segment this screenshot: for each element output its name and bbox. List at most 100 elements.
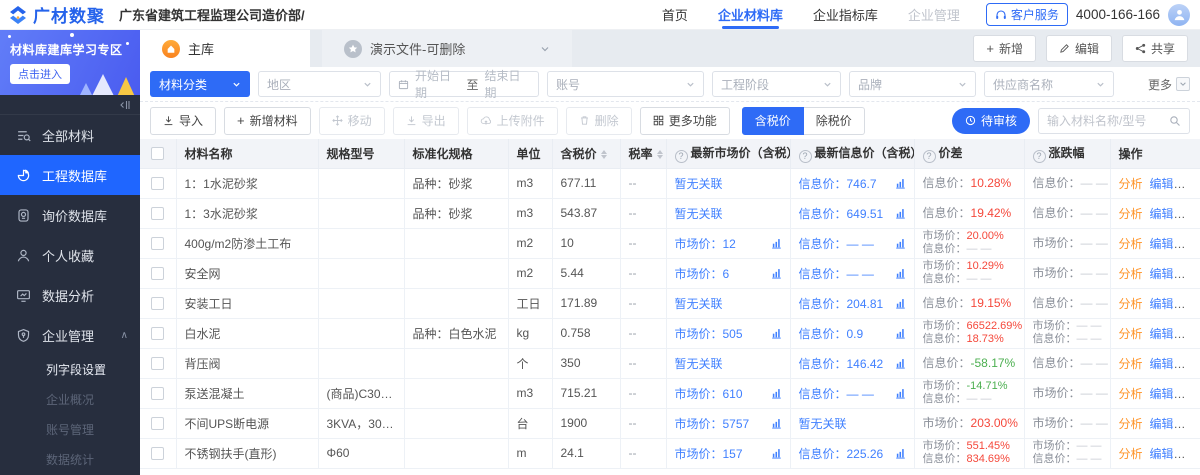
column-header[interactable]: 税率 <box>620 139 666 168</box>
sidebar-item-user[interactable]: 个人收藏 <box>0 235 140 275</box>
help-icon[interactable]: ? <box>923 150 936 163</box>
no-link-label[interactable]: 暂无关联 <box>675 357 723 371</box>
date-range-picker[interactable]: 开始日期 至 结束日期 <box>389 71 539 97</box>
tab-main-library[interactable]: 主库 <box>140 30 310 67</box>
help-icon[interactable]: ? <box>675 150 688 163</box>
help-icon[interactable]: ? <box>799 150 812 163</box>
collapse-sidebar-icon[interactable] <box>118 99 130 111</box>
top-nav-home[interactable]: 首页 <box>662 0 688 29</box>
filter-select[interactable]: 账号 <box>547 71 704 97</box>
price-trend-chart-icon[interactable] <box>771 418 782 429</box>
row-checkbox[interactable] <box>151 417 164 430</box>
no-link-label[interactable]: 暂无关联 <box>799 417 847 431</box>
price-trend-chart-icon[interactable] <box>771 448 782 459</box>
price-trend-chart-icon[interactable] <box>895 388 906 399</box>
select-all-checkbox[interactable] <box>151 147 164 160</box>
analyze-link[interactable]: 分析 <box>1119 267 1143 281</box>
filter-select[interactable]: 地区 <box>258 71 381 97</box>
top-nav-index-lib[interactable]: 企业指标库 <box>813 0 878 29</box>
row-checkbox[interactable] <box>151 387 164 400</box>
edit-link[interactable]: 编辑 <box>1150 297 1174 311</box>
edit-link[interactable]: 编辑 <box>1150 327 1174 341</box>
more-functions-button[interactable]: 更多功能 <box>640 107 730 135</box>
no-link-label[interactable]: 暂无关联 <box>675 207 723 221</box>
no-link-label[interactable]: 暂无关联 <box>675 177 723 191</box>
price-trend-chart-icon[interactable] <box>895 358 906 369</box>
analyze-link[interactable]: 分析 <box>1119 297 1143 311</box>
sidebar-item-list-search[interactable]: 全部材料 <box>0 115 140 155</box>
edit-link[interactable]: 编辑 <box>1150 447 1174 461</box>
tab-demo-file[interactable]: 演示文件-可删除 <box>322 30 572 67</box>
edit-link[interactable]: 编辑 <box>1150 267 1174 281</box>
sort-icon[interactable] <box>657 150 663 159</box>
edit-link[interactable]: 编辑 <box>1150 207 1174 221</box>
sidebar-item-shield[interactable]: 企业管理∧ <box>0 315 140 355</box>
price-trend-chart-icon[interactable] <box>771 388 782 399</box>
top-nav-material-lib[interactable]: 企业材料库 <box>718 0 783 29</box>
search-icon[interactable] <box>1169 115 1181 127</box>
promo-banner[interactable]: 材料库建库学习专区 点击进入 <box>0 30 140 95</box>
edit-link[interactable]: 编辑 <box>1150 237 1174 251</box>
price-trend-chart-icon[interactable] <box>895 328 906 339</box>
edit-link[interactable]: 编辑 <box>1150 357 1174 371</box>
add-material-button[interactable]: +新增材料 <box>224 107 311 135</box>
row-checkbox[interactable] <box>151 267 164 280</box>
analyze-link[interactable]: 分析 <box>1119 327 1143 341</box>
row-checkbox[interactable] <box>151 297 164 310</box>
price-trend-chart-icon[interactable] <box>771 268 782 279</box>
customer-service-button[interactable]: 客户服务 <box>986 3 1068 26</box>
tax-toggle-option[interactable]: 除税价 <box>804 107 865 135</box>
edit-link[interactable]: 编辑 <box>1150 387 1174 401</box>
analyze-link[interactable]: 分析 <box>1119 417 1143 431</box>
share-button[interactable]: 共享 <box>1122 35 1188 62</box>
price-trend-chart-icon[interactable] <box>895 268 906 279</box>
add-button[interactable]: +新增 <box>973 35 1036 62</box>
sidebar-subitem[interactable]: 账号管理 <box>0 415 140 445</box>
row-checkbox[interactable] <box>151 177 164 190</box>
sidebar-subitem[interactable]: 企业概况 <box>0 385 140 415</box>
tax-toggle-option[interactable]: 含税价 <box>742 107 804 135</box>
sort-icon[interactable] <box>601 150 607 159</box>
analyze-link[interactable]: 分析 <box>1119 177 1143 191</box>
filter-select[interactable]: 工程阶段 <box>712 71 841 97</box>
analyze-link[interactable]: 分析 <box>1119 387 1143 401</box>
edit-link[interactable]: 编辑 <box>1150 417 1174 431</box>
price-trend-chart-icon[interactable] <box>771 328 782 339</box>
edit-link[interactable]: 编辑 <box>1150 177 1174 191</box>
sidebar-item-monitor[interactable]: 数据分析 <box>0 275 140 315</box>
top-nav-enterprise-mgmt[interactable]: 企业管理 <box>908 0 960 29</box>
analyze-link[interactable]: 分析 <box>1119 207 1143 221</box>
sidebar-subitem[interactable]: 列字段设置 <box>0 355 140 385</box>
analyze-link[interactable]: 分析 <box>1119 447 1143 461</box>
row-checkbox[interactable] <box>151 237 164 250</box>
price-trend-chart-icon[interactable] <box>895 178 906 189</box>
sidebar-item-pie[interactable]: 工程数据库 <box>0 155 140 195</box>
edit-button[interactable]: 编辑 <box>1046 35 1112 62</box>
price-trend-chart-icon[interactable] <box>771 238 782 249</box>
column-header[interactable]: 含税价 <box>552 139 620 168</box>
analyze-link[interactable]: 分析 <box>1119 237 1143 251</box>
row-checkbox[interactable] <box>151 447 164 460</box>
user-avatar[interactable] <box>1168 4 1190 26</box>
no-link-label[interactable]: 暂无关联 <box>675 297 723 311</box>
filter-select[interactable]: 供应商名称 <box>984 71 1114 97</box>
filter-select[interactable]: 品牌 <box>849 71 976 97</box>
price-trend-chart-icon[interactable] <box>895 298 906 309</box>
banner-enter-button[interactable]: 点击进入 <box>10 64 70 84</box>
price-trend-chart-icon[interactable] <box>895 238 906 249</box>
import-button[interactable]: 导入 <box>150 107 216 135</box>
sidebar-item-badge[interactable]: 询价数据库 <box>0 195 140 235</box>
help-icon[interactable]: ? <box>1033 150 1046 163</box>
price-trend-chart-icon[interactable] <box>895 448 906 459</box>
pending-review-button[interactable]: 待审核 <box>952 108 1030 134</box>
row-checkbox[interactable] <box>151 207 164 220</box>
chevron-down-icon[interactable] <box>540 44 550 54</box>
row-checkbox[interactable] <box>151 327 164 340</box>
more-filters-button[interactable]: 更多 <box>1148 76 1190 93</box>
analyze-link[interactable]: 分析 <box>1119 357 1143 371</box>
material-search-input[interactable] <box>1047 114 1169 128</box>
price-trend-chart-icon[interactable] <box>895 208 906 219</box>
sidebar-subitem[interactable]: 数据统计 <box>0 445 140 475</box>
row-checkbox[interactable] <box>151 357 164 370</box>
material-category-select[interactable]: 材料分类 <box>150 71 250 97</box>
